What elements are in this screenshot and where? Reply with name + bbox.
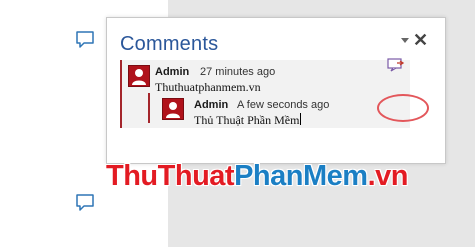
reply-time: A few seconds ago bbox=[237, 99, 330, 111]
site-watermark: ThuThuatPhanMem.vn bbox=[106, 160, 408, 193]
reply-text: Thủ Thuật Phần Mềm bbox=[194, 113, 300, 127]
margin-comment-icon[interactable] bbox=[75, 194, 95, 212]
watermark-part1: ThuThuat bbox=[106, 160, 235, 192]
pane-title: Comments bbox=[120, 33, 219, 55]
highlight-oval bbox=[377, 94, 429, 122]
comment-text[interactable]: Thuthuatphanmem.vn bbox=[155, 80, 261, 94]
reply-comment-icon[interactable] bbox=[387, 58, 405, 72]
close-button[interactable]: ✕ bbox=[413, 31, 428, 49]
watermark-part2: PhanMem bbox=[234, 160, 368, 192]
reply-author: Admin bbox=[194, 99, 229, 111]
comments-pane: Comments ✕ Admin 27 minutes ago Thuthuat… bbox=[106, 17, 446, 164]
margin-comment-icon[interactable] bbox=[75, 31, 95, 49]
watermark-part3: .vn bbox=[367, 160, 409, 192]
user-avatar-icon bbox=[128, 65, 150, 87]
comment-time: 27 minutes ago bbox=[200, 66, 276, 78]
comment-author: Admin bbox=[155, 66, 190, 78]
comment-thread[interactable]: Admin 27 minutes ago Thuthuatphanmem.vn … bbox=[120, 58, 429, 128]
reply-thread-bar bbox=[148, 93, 150, 123]
text-cursor bbox=[300, 113, 302, 125]
reply-text-field[interactable]: Thủ Thuật Phần Mềm bbox=[194, 113, 302, 127]
triangle-down-icon[interactable] bbox=[401, 38, 409, 43]
user-avatar-icon bbox=[162, 98, 184, 120]
